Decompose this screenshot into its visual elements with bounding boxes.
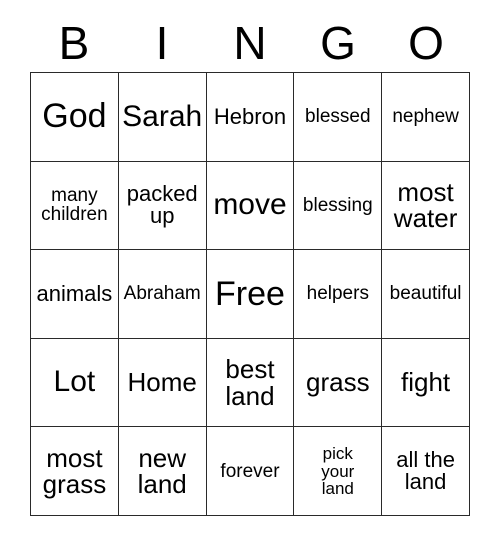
bingo-cell-label: forever xyxy=(220,460,280,482)
header-letter-o: O xyxy=(408,17,444,69)
bingo-cell[interactable]: blessed xyxy=(294,73,383,162)
bingo-cell-label: blessing xyxy=(302,194,373,216)
bingo-header: B I N G O xyxy=(30,14,470,72)
bingo-cell[interactable]: Home xyxy=(118,338,207,428)
bingo-cell[interactable]: animals xyxy=(31,250,119,339)
bingo-cell-label: Abraham xyxy=(123,283,201,305)
bingo-cell-label: fight xyxy=(401,367,451,398)
bingo-cell-free[interactable]: Free xyxy=(206,250,295,339)
bingo-cell[interactable]: nephew xyxy=(382,73,470,162)
header-letter-i: I xyxy=(155,17,169,69)
bingo-cell-label: Free xyxy=(215,274,285,313)
bingo-cell[interactable]: Hebron xyxy=(206,73,295,162)
bingo-cell-label: Sarah xyxy=(122,99,203,133)
bingo-cell[interactable]: all the land xyxy=(382,427,470,516)
bingo-cell[interactable]: helpers xyxy=(294,250,383,339)
bingo-cell-label: move xyxy=(213,188,287,222)
bingo-cell[interactable]: blessing xyxy=(294,161,383,251)
header-letter-n: N xyxy=(233,17,267,69)
bingo-cell-label: Lot xyxy=(53,365,96,399)
bingo-cell-label: Home xyxy=(127,367,197,398)
bingo-cell[interactable]: new land xyxy=(118,427,207,516)
bingo-card: B I N G O God Sarah Hebron blessed nephe… xyxy=(0,0,500,544)
bingo-cell-label: helpers xyxy=(306,283,369,305)
bingo-cell[interactable]: pick your land xyxy=(294,427,383,516)
bingo-cell[interactable]: fight xyxy=(382,338,470,428)
bingo-cell-label: new land xyxy=(137,442,187,500)
bingo-cell[interactable]: grass xyxy=(294,338,383,428)
bingo-cell-label: many children xyxy=(41,185,108,226)
bingo-cell-label: beautiful xyxy=(389,283,462,305)
bingo-cell-label: grass xyxy=(306,367,370,398)
bingo-cell-label: packed up xyxy=(126,180,198,229)
bingo-cell-label: God xyxy=(42,97,107,136)
bingo-cell-label: most water xyxy=(393,176,458,234)
bingo-cell-label: animals xyxy=(36,280,113,306)
bingo-cell-label: best land xyxy=(225,354,275,411)
bingo-cell-label: most grass xyxy=(42,442,107,500)
bingo-cell-label: pick your land xyxy=(321,444,355,498)
bingo-cell[interactable]: Lot xyxy=(31,338,119,428)
bingo-cell[interactable]: God xyxy=(31,73,119,162)
header-letter-g: G xyxy=(320,17,356,69)
bingo-cell-label: all the land xyxy=(396,446,455,495)
bingo-cell-label: blessed xyxy=(305,106,371,128)
bingo-cell[interactable]: most water xyxy=(382,161,470,251)
bingo-grid: God Sarah Hebron blessed nephew many chi… xyxy=(30,72,470,516)
bingo-cell[interactable]: move xyxy=(206,161,295,251)
bingo-cell[interactable]: packed up xyxy=(118,161,207,251)
bingo-cell[interactable]: Abraham xyxy=(118,250,207,339)
bingo-cell[interactable]: beautiful xyxy=(382,250,470,339)
bingo-cell[interactable]: most grass xyxy=(31,427,119,516)
header-letter-b: B xyxy=(58,17,90,69)
bingo-cell-label: Hebron xyxy=(213,103,287,129)
bingo-cell[interactable]: many children xyxy=(31,161,119,251)
bingo-cell[interactable]: Sarah xyxy=(118,73,207,162)
bingo-cell[interactable]: best land xyxy=(206,338,295,428)
bingo-cell[interactable]: forever xyxy=(206,427,295,516)
bingo-cell-label: nephew xyxy=(392,106,459,128)
